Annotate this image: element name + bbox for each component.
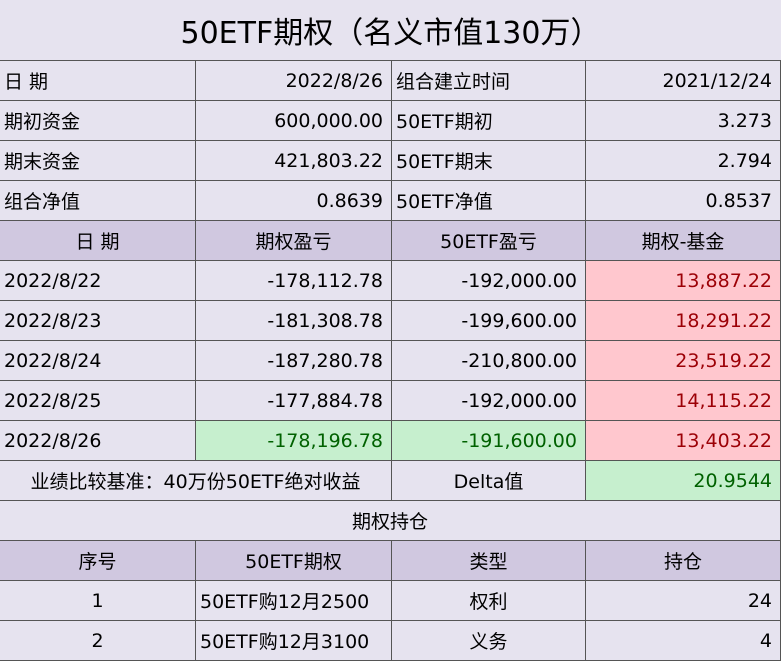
pnl-header-row: 日 期 期权盈亏 50ETF盈亏 期权-基金 — [0, 221, 781, 261]
info-label: 期末资金 — [0, 141, 196, 181]
option-pnl-cell: -178,112.78 — [196, 261, 392, 301]
etf-pnl-cell: -210,800.00 — [392, 341, 586, 381]
diff-cell: 13,887.22 — [586, 261, 781, 301]
position-quantity: 24 — [586, 581, 781, 621]
info-value: 600,000.00 — [196, 101, 392, 141]
info-row: 组合净值 0.8639 50ETF净值 0.8537 — [0, 181, 781, 221]
etf-pnl-cell: -191,600.00 — [392, 421, 586, 461]
option-pnl-cell: -177,884.78 — [196, 381, 392, 421]
position-name: 50ETF购12月2500 — [196, 581, 392, 621]
delta-label: Delta值 — [392, 461, 586, 501]
diff-cell: 18,291.22 — [586, 301, 781, 341]
info-value-2: 3.273 — [586, 101, 781, 141]
benchmark-row: 业绩比较基准：40万份50ETF绝对收益 Delta值 20.9544 — [0, 461, 781, 501]
info-row: 日 期 2022/8/26 组合建立时间 2021/12/24 — [0, 61, 781, 101]
positions-title-row: 期权持仓 — [0, 501, 781, 541]
info-label-2: 50ETF净值 — [392, 181, 586, 221]
table-row: 2022/8/22 -178,112.78 -192,000.00 13,887… — [0, 261, 781, 301]
position-number: 1 — [0, 581, 196, 621]
diff-cell: 14,115.22 — [586, 381, 781, 421]
column-header: 50ETF盈亏 — [392, 221, 586, 261]
info-value-2: 0.8537 — [586, 181, 781, 221]
diff-cell: 23,519.22 — [586, 341, 781, 381]
date-cell: 2022/8/26 — [0, 421, 196, 461]
etf-pnl-cell: -192,000.00 — [392, 261, 586, 301]
positions-header-row: 序号 50ETF期权 类型 持仓 — [0, 541, 781, 581]
column-header: 期权-基金 — [586, 221, 781, 261]
column-header: 日 期 — [0, 221, 196, 261]
column-header: 序号 — [0, 541, 196, 581]
spreadsheet: 50ETF期权（名义市值130万） 日 期 2022/8/26 组合建立时间 2… — [0, 0, 781, 661]
column-header: 50ETF期权 — [196, 541, 392, 581]
position-type: 义务 — [392, 621, 586, 661]
column-header: 期权盈亏 — [196, 221, 392, 261]
column-header: 持仓 — [586, 541, 781, 581]
page-title: 50ETF期权（名义市值130万） — [0, 0, 781, 61]
date-cell: 2022/8/23 — [0, 301, 196, 341]
date-cell: 2022/8/25 — [0, 381, 196, 421]
table-row: 2022/8/23 -181,308.78 -199,600.00 18,291… — [0, 301, 781, 341]
info-row: 期末资金 421,803.22 50ETF期末 2.794 — [0, 141, 781, 181]
info-label-2: 50ETF期末 — [392, 141, 586, 181]
position-number: 2 — [0, 621, 196, 661]
position-name: 50ETF购12月3100 — [196, 621, 392, 661]
table-row: 2022/8/26 -178,196.78 -191,600.00 13,403… — [0, 421, 781, 461]
date-cell: 2022/8/22 — [0, 261, 196, 301]
info-label-2: 组合建立时间 — [392, 61, 586, 101]
info-label: 组合净值 — [0, 181, 196, 221]
info-value: 0.8639 — [196, 181, 392, 221]
positions-title: 期权持仓 — [0, 501, 781, 541]
info-value-2: 2021/12/24 — [586, 61, 781, 101]
position-row: 2 50ETF购12月3100 义务 4 — [0, 621, 781, 661]
option-pnl-cell: -181,308.78 — [196, 301, 392, 341]
info-value-2: 2.794 — [586, 141, 781, 181]
info-label: 期初资金 — [0, 101, 196, 141]
position-type: 权利 — [392, 581, 586, 621]
table-row: 2022/8/25 -177,884.78 -192,000.00 14,115… — [0, 381, 781, 421]
date-cell: 2022/8/24 — [0, 341, 196, 381]
benchmark-label: 业绩比较基准：40万份50ETF绝对收益 — [0, 461, 392, 501]
info-row: 期初资金 600,000.00 50ETF期初 3.273 — [0, 101, 781, 141]
delta-value: 20.9544 — [586, 461, 781, 501]
title-row: 50ETF期权（名义市值130万） — [0, 0, 781, 61]
column-header: 类型 — [392, 541, 586, 581]
position-row: 1 50ETF购12月2500 权利 24 — [0, 581, 781, 621]
table-row: 2022/8/24 -187,280.78 -210,800.00 23,519… — [0, 341, 781, 381]
position-quantity: 4 — [586, 621, 781, 661]
etf-pnl-cell: -192,000.00 — [392, 381, 586, 421]
diff-cell: 13,403.22 — [586, 421, 781, 461]
info-label: 日 期 — [0, 61, 196, 101]
etf-pnl-cell: -199,600.00 — [392, 301, 586, 341]
option-pnl-cell: -187,280.78 — [196, 341, 392, 381]
info-value: 421,803.22 — [196, 141, 392, 181]
info-value: 2022/8/26 — [196, 61, 392, 101]
info-label-2: 50ETF期初 — [392, 101, 586, 141]
option-pnl-cell: -178,196.78 — [196, 421, 392, 461]
